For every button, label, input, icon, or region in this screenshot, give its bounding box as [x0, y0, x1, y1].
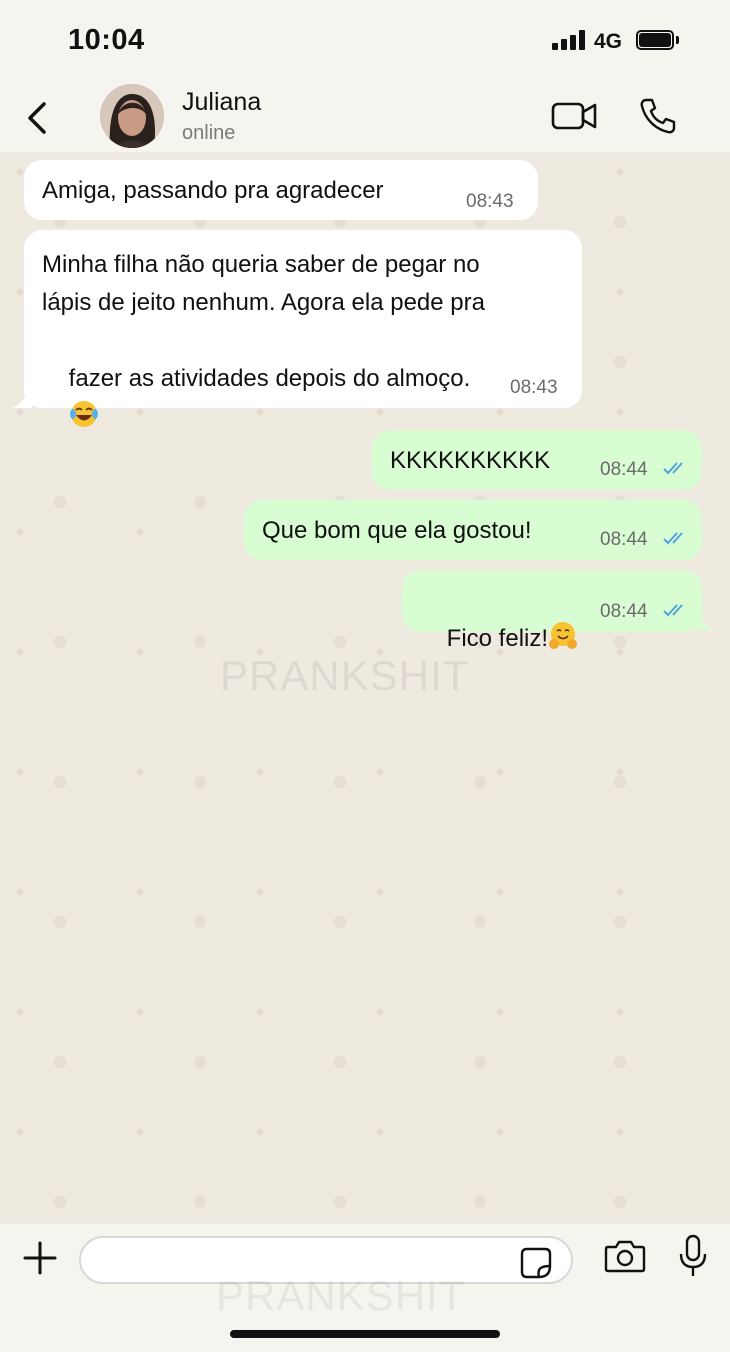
watermark: PRANKSHIT	[216, 1272, 466, 1319]
sticker-icon	[520, 1247, 552, 1279]
home-indicator[interactable]	[230, 1330, 500, 1338]
message-time: 08:43	[510, 377, 558, 398]
message-text-segment: Fico feliz!	[446, 625, 549, 652]
contact-status: online	[182, 122, 236, 144]
avatar-image	[100, 84, 164, 148]
status-time: 10:04	[68, 24, 145, 56]
video-call-button[interactable]	[550, 98, 600, 134]
message-time: 08:43	[466, 191, 514, 212]
voice-call-button[interactable]	[638, 96, 678, 136]
message-text-line: lápis de jeito nenhum. Agora ela pede pr…	[42, 289, 485, 316]
message-text: KKKKKKKKKK	[390, 447, 551, 474]
microphone-icon	[679, 1234, 707, 1276]
camera-button[interactable]	[604, 1238, 646, 1274]
attach-button[interactable]	[22, 1240, 58, 1276]
avatar[interactable]	[100, 84, 164, 148]
bubble-tail	[12, 392, 32, 408]
bubble-tail	[696, 614, 714, 630]
video-camera-icon	[551, 102, 597, 130]
signal-icon	[552, 30, 586, 50]
message-time: 08:44	[600, 601, 648, 622]
hugging-face-emoji	[549, 622, 578, 649]
network-label: 4G	[594, 30, 623, 53]
message-bubble-incoming[interactable]: Minha filha não queria saber de pegar no…	[24, 230, 582, 427]
message-text-segment: fazer as atividades depois do almoço.	[68, 365, 471, 392]
phone-icon	[640, 98, 676, 134]
message-bubble-incoming[interactable]: Amiga, passando pra agradecer 08:43	[24, 160, 538, 220]
message-bubble-outgoing[interactable]: Fico feliz! 08:44	[402, 570, 702, 652]
message-text: Amiga, passando pra agradecer	[42, 177, 384, 204]
chat-header: Juliana online	[0, 80, 730, 152]
laughing-tears-emoji	[69, 401, 98, 427]
status-bar: 10:04 4G	[0, 0, 730, 80]
message-bubble-outgoing[interactable]: KKKKKKKKKK 08:44	[372, 430, 702, 490]
camera-icon	[604, 1240, 646, 1273]
double-check-icon	[663, 604, 683, 617]
message-time: 08:44	[600, 529, 648, 550]
back-button[interactable]	[22, 98, 54, 138]
message-text-line: Minha filha não queria saber de pegar no	[42, 251, 480, 278]
sticker-button[interactable]	[519, 1246, 553, 1280]
microphone-button[interactable]	[678, 1234, 708, 1278]
message-bubble-outgoing[interactable]: Que bom que ela gostou! 08:44	[244, 500, 702, 560]
message-time: 08:44	[600, 459, 648, 480]
contact-name[interactable]: Juliana	[182, 88, 261, 117]
plus-icon	[23, 1241, 57, 1275]
chevron-left-icon	[28, 102, 46, 134]
battery-icon	[636, 30, 679, 50]
watermark: PRANKSHIT	[220, 652, 470, 699]
message-text: Que bom que ela gostou!	[262, 517, 532, 544]
double-check-icon	[663, 462, 683, 475]
double-check-icon	[663, 532, 683, 545]
